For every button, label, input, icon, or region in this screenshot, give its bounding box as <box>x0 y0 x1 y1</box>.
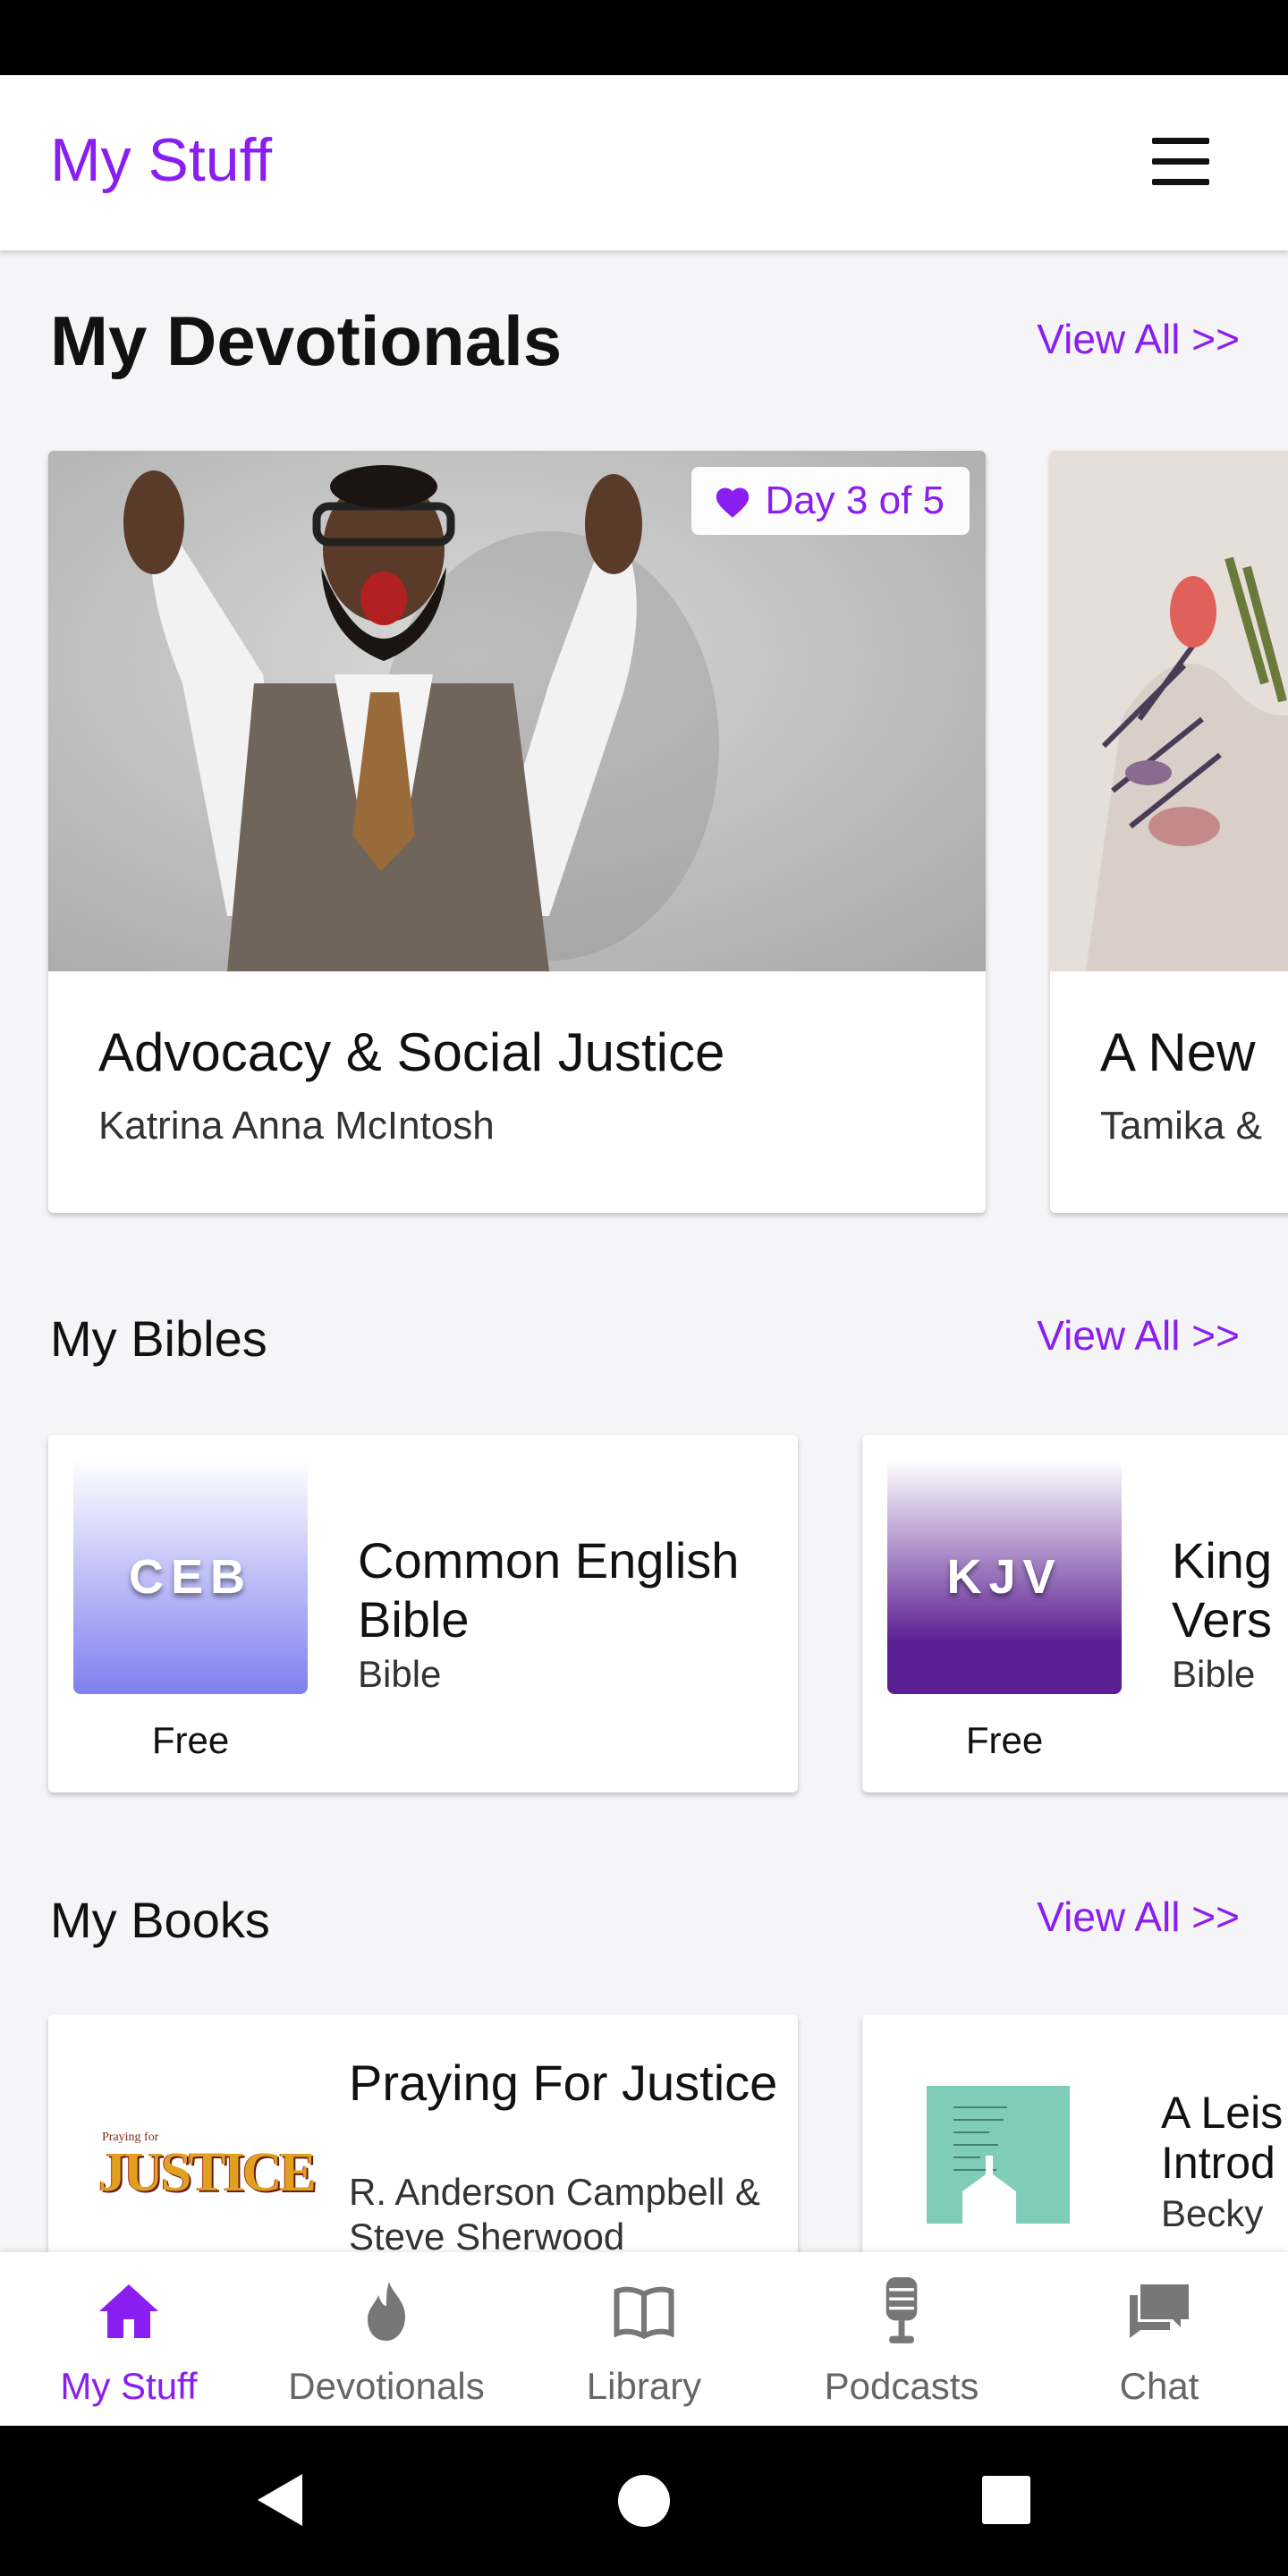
bottom-navigation: My Stuff Devotionals Library Podcasts Ch… <box>0 2252 1288 2426</box>
microphone-icon <box>869 2277 934 2343</box>
nav-label: My Stuff <box>60 2365 198 2407</box>
day-progress-label: Day 3 of 5 <box>765 479 945 522</box>
chat-bubbles-icon <box>1127 2279 1191 2343</box>
status-bar <box>0 0 1288 75</box>
home-circle-icon[interactable] <box>617 2474 671 2528</box>
nav-item-my-stuff[interactable]: My Stuff <box>0 2252 258 2426</box>
bible-type: Bible <box>358 1653 442 1695</box>
heart-icon <box>716 487 750 518</box>
nav-item-library[interactable]: Library <box>515 2252 773 2426</box>
bible-name: Common English Bible <box>358 1532 740 1648</box>
main-content[interactable]: My Devotionals View All >> Day 3 of 5 Ad… <box>0 250 1288 2252</box>
bible-price: Free <box>965 1719 1044 1761</box>
bibles-section-title: My Bibles <box>50 1310 267 1367</box>
bible-name: King Vers <box>1172 1532 1273 1648</box>
nav-label: Podcasts <box>824 2365 979 2407</box>
book-name: Praying For Justice <box>349 2055 778 2111</box>
bible-card[interactable]: KJV Free King Vers Bible <box>862 1435 1288 1792</box>
devotional-author: Katrina Anna McIntosh <box>98 1104 495 1148</box>
devotional-progress-badge: Day 3 of 5 <box>691 467 970 535</box>
back-icon[interactable] <box>256 2472 306 2528</box>
recents-square-icon[interactable] <box>982 2476 1030 2524</box>
devotional-title: Advocacy & Social Justice <box>98 1022 725 1082</box>
devotionals-view-all-link[interactable]: View All >> <box>1037 315 1240 363</box>
flame-icon <box>354 2279 419 2343</box>
nav-item-podcasts[interactable]: Podcasts <box>773 2252 1030 2426</box>
page-title: My Stuff <box>50 126 273 194</box>
devotional-card[interactable]: Day 3 of 5 Advocacy & Social Justice Kat… <box>48 451 986 1213</box>
system-navigation-bar <box>0 2426 1288 2576</box>
bible-type: Bible <box>1172 1653 1256 1695</box>
books-section-title: My Books <box>50 1892 270 1948</box>
home-icon <box>97 2279 161 2343</box>
nav-item-chat[interactable]: Chat <box>1030 2252 1288 2426</box>
nav-label: Library <box>586 2365 702 2407</box>
nav-label: Chat <box>1119 2365 1199 2407</box>
book-card[interactable]: A Leis Introd Becky <box>862 2014 1288 2252</box>
book-author: Becky <box>1161 2192 1264 2234</box>
devotional-author: Tamika & <box>1100 1104 1262 1148</box>
nav-label: Devotionals <box>288 2365 485 2407</box>
bible-abbreviation: CEB <box>128 1550 252 1604</box>
hamburger-menu-icon[interactable] <box>1145 131 1216 193</box>
bible-abbreviation: KJV <box>946 1550 1063 1604</box>
book-cover <box>927 2086 1070 2224</box>
app-bar: My Stuff <box>0 75 1288 250</box>
bible-price: Free <box>151 1719 230 1761</box>
devotional-title: A New <box>1100 1022 1256 1082</box>
book-cover-title: JUSTICE <box>98 2142 317 2203</box>
bible-card[interactable]: CEB Free Common English Bible Bible <box>48 1435 798 1792</box>
devotional-cover-image <box>1050 451 1288 971</box>
books-view-all-link[interactable]: View All >> <box>1037 1893 1240 1941</box>
book-author: R. Anderson Campbell & Steve Sherwood <box>349 2171 760 2252</box>
bible-cover: KJV <box>887 1460 1122 1694</box>
devotionals-section-title: My Devotionals <box>50 301 563 380</box>
bibles-view-all-link[interactable]: View All >> <box>1037 1311 1240 1360</box>
book-cover: Praying for JUSTICE <box>98 2131 317 2229</box>
book-name: A Leis Introd <box>1161 2088 1284 2188</box>
nav-item-devotionals[interactable]: Devotionals <box>258 2252 515 2426</box>
devotional-card[interactable]: A New Tamika & <box>1050 451 1288 1213</box>
bible-cover: CEB <box>73 1460 308 1694</box>
book-card[interactable]: Praying for JUSTICE Praying For Justice … <box>48 2014 798 2252</box>
open-book-icon <box>612 2279 676 2343</box>
